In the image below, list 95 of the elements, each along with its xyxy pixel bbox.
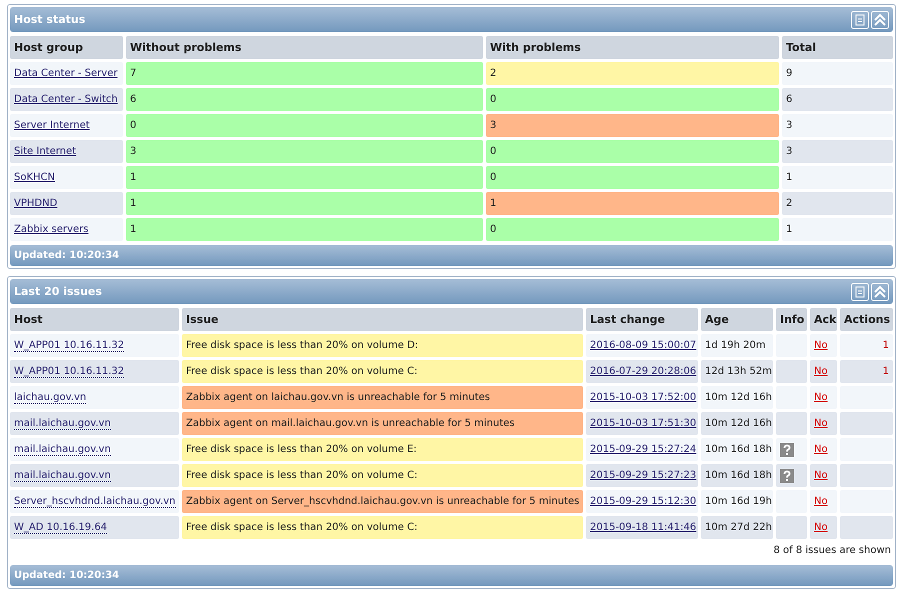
question-icon[interactable] bbox=[780, 442, 794, 456]
column-header[interactable]: Host bbox=[10, 308, 179, 331]
panel-title: Host status bbox=[14, 13, 86, 26]
host-group-link[interactable]: Zabbix servers bbox=[14, 224, 88, 235]
column-header[interactable]: Last change bbox=[586, 308, 698, 331]
table-cell: Zabbix agent on laichau.gov.vn is unreachable for 5 minutes bbox=[182, 386, 583, 409]
ack-link[interactable]: No bbox=[814, 366, 828, 377]
updated-time: Updated: 10:20:34 bbox=[14, 250, 120, 261]
ack-link[interactable]: No bbox=[814, 418, 828, 429]
table-cell: 3 bbox=[126, 140, 483, 163]
table-cell: 0 bbox=[126, 114, 483, 137]
ack-link[interactable]: No bbox=[814, 392, 828, 403]
last-change-link[interactable]: 2016-08-09 15:00:07 bbox=[590, 340, 696, 351]
column-header[interactable]: With problems bbox=[486, 36, 779, 59]
issues-count-text: 8 of 8 issues are shown bbox=[773, 545, 891, 556]
table-cell: 10m 16d 19h bbox=[701, 490, 773, 513]
table-cell: 2 bbox=[486, 62, 779, 85]
table-cell: Free disk space is less than 20% on volume C: bbox=[182, 464, 583, 487]
column-header[interactable]: Issue bbox=[182, 308, 583, 331]
question-icon[interactable] bbox=[780, 468, 794, 482]
table-cell: 0 bbox=[486, 88, 779, 111]
last-change-link[interactable]: 2015-09-29 15:12:30 bbox=[590, 496, 696, 507]
host-link[interactable]: mail.laichau.gov.vn bbox=[14, 470, 111, 482]
table-cell: 6 bbox=[782, 88, 893, 111]
last-change-link[interactable]: 2015-09-18 11:41:46 bbox=[590, 522, 696, 533]
table-cell: 12d 13h 52m bbox=[701, 360, 773, 383]
ack-link[interactable]: No bbox=[814, 340, 828, 351]
last-change-link[interactable]: 2015-10-03 17:51:30 bbox=[590, 418, 696, 429]
last-change-link[interactable]: 2015-09-29 15:27:23 bbox=[590, 470, 696, 481]
table-cell bbox=[840, 464, 893, 487]
host-link[interactable]: W_APP01 10.16.11.32 bbox=[14, 340, 124, 352]
table-cell: Zabbix agent on mail.laichau.gov.vn is unreachable for 5 minutes bbox=[182, 412, 583, 435]
table-cell: 0 bbox=[486, 140, 779, 163]
table-cell: 7 bbox=[126, 62, 483, 85]
table-cell: 1d 19h 20m bbox=[701, 334, 773, 357]
ack-link[interactable]: No bbox=[814, 444, 828, 455]
table-cell: 1 bbox=[126, 218, 483, 241]
table-cell bbox=[840, 412, 893, 435]
ack-link[interactable]: No bbox=[814, 522, 828, 533]
ack-link[interactable]: No bbox=[814, 496, 828, 507]
table-cell: 1 bbox=[782, 166, 893, 189]
table-cell: 6 bbox=[126, 88, 483, 111]
host-link[interactable]: mail.laichau.gov.vn bbox=[14, 444, 111, 456]
table-cell: 3 bbox=[486, 114, 779, 137]
table-cell: Free disk space is less than 20% on volume C: bbox=[182, 360, 583, 383]
table-cell: 0 bbox=[486, 166, 779, 189]
column-header[interactable]: Actions bbox=[840, 308, 893, 331]
column-header[interactable]: Without problems bbox=[126, 36, 483, 59]
panel-title: Last 20 issues bbox=[14, 285, 102, 298]
table-cell: 1 bbox=[126, 166, 483, 189]
table-cell: 2 bbox=[782, 192, 893, 215]
table-cell: 10m 12d 16h bbox=[701, 412, 773, 435]
table-cell: 10m 16d 18h bbox=[701, 438, 773, 461]
host-group-link[interactable]: VPHDND bbox=[14, 198, 58, 209]
column-header[interactable]: Age bbox=[701, 308, 773, 331]
table-cell: 3 bbox=[782, 114, 893, 137]
table-cell: 1 bbox=[486, 192, 779, 215]
host-group-link[interactable]: Site Internet bbox=[14, 146, 76, 157]
host-link[interactable]: mail.laichau.gov.vn bbox=[14, 418, 111, 430]
table-cell: Zabbix agent on Server_hscvhdnd.laichau.gov.vn is unreachable for 5 minutes bbox=[182, 490, 583, 513]
host-link[interactable]: laichau.gov.vn bbox=[14, 392, 86, 404]
table-cell: 1 bbox=[782, 218, 893, 241]
last-change-link[interactable]: 2015-09-29 15:27:24 bbox=[590, 444, 696, 455]
table-cell: Free disk space is less than 20% on volume D: bbox=[182, 334, 583, 357]
column-header[interactable]: Ack bbox=[810, 308, 837, 331]
collapse-icon[interactable] bbox=[871, 10, 889, 28]
table-cell: 3 bbox=[782, 140, 893, 163]
host-link[interactable]: W_APP01 10.16.11.32 bbox=[14, 366, 124, 378]
table-cell: 10m 16d 18h bbox=[701, 464, 773, 487]
actions-count[interactable]: 1 bbox=[882, 340, 889, 351]
actions-count[interactable]: 1 bbox=[882, 366, 889, 377]
host-group-link[interactable]: Data Center - Server bbox=[14, 68, 118, 79]
last-change-link[interactable]: 2015-10-03 17:52:00 bbox=[590, 392, 696, 403]
updated-time: Updated: 10:20:34 bbox=[14, 570, 120, 581]
ack-link[interactable]: No bbox=[814, 470, 828, 481]
column-header[interactable]: Info bbox=[776, 308, 807, 331]
table-cell: 10m 12d 16h bbox=[701, 386, 773, 409]
menu-icon[interactable] bbox=[851, 282, 869, 300]
collapse-icon[interactable] bbox=[871, 282, 889, 300]
column-header[interactable]: Host group bbox=[10, 36, 123, 59]
host-group-link[interactable]: Server Internet bbox=[14, 120, 90, 131]
host-group-link[interactable]: Data Center - Switch bbox=[14, 94, 118, 105]
table-cell: 9 bbox=[782, 62, 893, 85]
menu-icon[interactable] bbox=[851, 10, 869, 28]
host-link[interactable]: Server_hscvhdnd.laichau.gov.vn bbox=[14, 496, 176, 508]
host-group-link[interactable]: SoKHCN bbox=[14, 172, 56, 183]
table-cell: 0 bbox=[486, 218, 779, 241]
last-change-link[interactable]: 2016-07-29 20:28:06 bbox=[590, 366, 696, 377]
table-cell bbox=[840, 516, 893, 539]
table-cell: 1 bbox=[126, 192, 483, 215]
table-cell: Free disk space is less than 20% on volume E: bbox=[182, 438, 583, 461]
table-cell: 10m 27d 22h bbox=[701, 516, 773, 539]
column-header[interactable]: Total bbox=[782, 36, 893, 59]
host-link[interactable]: W_AD 10.16.19.64 bbox=[14, 522, 108, 534]
table-cell: Free disk space is less than 20% on volume C: bbox=[182, 516, 583, 539]
